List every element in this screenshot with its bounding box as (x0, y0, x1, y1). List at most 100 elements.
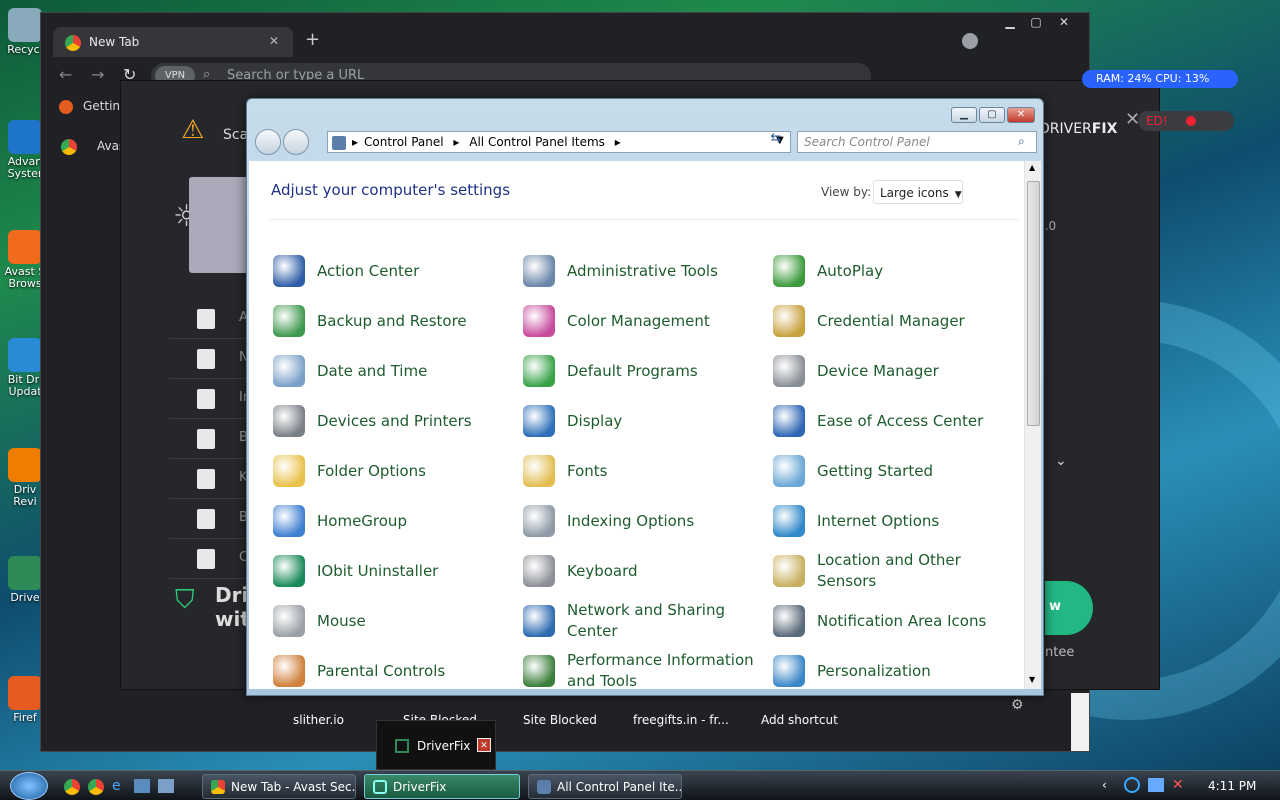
back-icon[interactable]: ← (59, 65, 72, 84)
minimize-button[interactable]: ▁ (997, 15, 1023, 33)
control-panel-window: ▁ ▢ ✕ ▸ Control Panel ▸ All Control Pane… (246, 98, 1044, 696)
forward-icon[interactable]: → (91, 65, 104, 84)
control-panel-item-label: Date and Time (317, 362, 428, 380)
tray-expand-icon[interactable]: ‹ (1102, 778, 1107, 792)
maximize-button[interactable]: ▢ (979, 107, 1005, 123)
internet-options-icon (773, 505, 805, 537)
scroll-up-icon[interactable]: ▲ (1029, 163, 1035, 172)
chrome-icon[interactable] (88, 779, 104, 795)
address-bar[interactable]: ▸ Control Panel ▸ All Control Panel Item… (327, 131, 791, 153)
driver-row[interactable]: In (169, 379, 251, 419)
taskbar-button-chrome[interactable]: New Tab - Avast Sec... (202, 774, 356, 799)
forward-button[interactable] (283, 129, 309, 155)
back-button[interactable] (255, 129, 281, 155)
control-panel-item[interactable]: Color Management (523, 299, 763, 343)
taskbar-thumbnail-popup[interactable]: DriverFix ✕ (376, 720, 496, 770)
refresh-icon[interactable]: ⇆ (765, 131, 787, 153)
control-panel-item[interactable]: Network and Sharing Center (523, 599, 763, 643)
control-panel-item[interactable]: Keyboard (523, 549, 763, 593)
driver-row[interactable]: N (169, 339, 249, 379)
control-panel-item[interactable]: Display (523, 399, 763, 443)
fonts-icon (523, 455, 555, 487)
control-panel-item[interactable]: Notification Area Icons (773, 599, 1013, 643)
avast-sidebar-item[interactable]: Avas (61, 139, 125, 155)
control-panel-item[interactable]: Fonts (523, 449, 763, 493)
network-icon[interactable] (1148, 778, 1164, 792)
driver-row[interactable]: K (169, 459, 249, 499)
performance-info-icon (523, 655, 555, 687)
driver-row[interactable]: B (169, 499, 249, 539)
cta-button[interactable]: w (1045, 581, 1093, 635)
control-panel-item[interactable]: Performance Information and Tools (523, 649, 763, 689)
new-tab-icon[interactable]: + (305, 29, 320, 50)
control-panel-item[interactable]: Mouse (273, 599, 513, 643)
volume-muted-icon[interactable]: ✕ (1172, 777, 1184, 793)
vertical-scrollbar[interactable]: ▲ ▼ (1024, 161, 1041, 689)
chrome-icon (211, 780, 225, 794)
control-panel-item[interactable]: AutoPlay (773, 249, 1013, 293)
internet-explorer-icon[interactable]: e (112, 778, 121, 794)
search-input[interactable]: Search Control Panel ⌕ (797, 131, 1037, 153)
avast-browser-icon[interactable] (64, 779, 80, 795)
popup-close-button[interactable]: ✕ (477, 738, 491, 752)
start-button[interactable] (10, 772, 48, 800)
control-panel-item[interactable]: Administrative Tools (523, 249, 763, 293)
brand-bold: FIX (1091, 121, 1118, 137)
maximize-button[interactable]: ▢ (1023, 15, 1049, 33)
control-panel-item[interactable]: Credential Manager (773, 299, 1013, 343)
control-panel-item[interactable]: Parental Controls (273, 649, 513, 689)
control-panel-item[interactable]: Devices and Printers (273, 399, 513, 443)
close-tab-icon[interactable]: ✕ (269, 34, 279, 48)
chevron-down-icon[interactable]: ⌄ (1055, 453, 1067, 469)
taskbar-button-control-panel[interactable]: All Control Panel Ite... (528, 774, 682, 799)
driver-row[interactable]: B (169, 419, 249, 459)
control-panel-item[interactable]: Indexing Options (523, 499, 763, 543)
firefox-icon (59, 100, 73, 114)
control-panel-item[interactable]: Internet Options (773, 499, 1013, 543)
search-icon[interactable]: ⌕ (1018, 134, 1025, 149)
browser-tab[interactable]: New Tab ✕ (53, 27, 293, 57)
scroll-down-icon[interactable]: ▼ (1029, 675, 1035, 684)
control-panel-item[interactable]: Date and Time (273, 349, 513, 393)
shortcut-tile[interactable]: Add shortcut (761, 713, 838, 727)
tray-app-icon[interactable] (1124, 777, 1140, 793)
control-panel-item[interactable]: Ease of Access Center (773, 399, 1013, 443)
control-panel-item[interactable]: Folder Options (273, 449, 513, 493)
driver-row[interactable]: C (169, 539, 249, 579)
scan-warning-text: Sca (223, 127, 249, 143)
control-panel-item[interactable]: Device Manager (773, 349, 1013, 393)
breadcrumb-all-items[interactable]: All Control Panel Items (469, 135, 605, 149)
close-button[interactable]: ✕ (1007, 107, 1035, 123)
dropdown-arrow-icon: ▼ (954, 190, 962, 200)
control-panel-item[interactable]: Location and Other Sensors (773, 549, 1013, 593)
clock[interactable]: 4:11 PM (1208, 779, 1256, 793)
control-panel-item[interactable]: Action Center (273, 249, 513, 293)
control-panel-item[interactable]: Personalization (773, 649, 1013, 689)
switch-windows-icon[interactable] (158, 779, 174, 793)
tab-search-icon[interactable] (962, 33, 978, 49)
bookmark-item[interactable]: Getting (51, 99, 128, 114)
credential-manager-icon (773, 305, 805, 337)
breadcrumb-control-panel[interactable]: Control Panel (364, 135, 444, 149)
taskbar-button-driverfix[interactable]: DriverFix (364, 774, 520, 799)
minimize-button[interactable]: ▁ (951, 107, 977, 123)
ram-cpu-monitor[interactable]: RAM: 24% CPU: 13% (1082, 70, 1238, 88)
driver-row[interactable]: A (169, 299, 249, 339)
show-desktop-icon[interactable] (134, 779, 150, 793)
view-by-dropdown[interactable]: Large icons ▼ (873, 180, 963, 204)
close-window-button[interactable]: ✕ (1051, 15, 1077, 33)
control-panel-item[interactable]: IObit Uninstaller (273, 549, 513, 593)
customize-icon[interactable]: ⚙ (1011, 697, 1024, 713)
scrollbar-thumb[interactable] (1027, 181, 1040, 426)
shortcut-tile[interactable]: Site Blocked (523, 713, 597, 727)
control-panel-item[interactable]: Backup and Restore (273, 299, 513, 343)
control-panel-item[interactable]: HomeGroup (273, 499, 513, 543)
page-scrollbar[interactable] (1071, 693, 1089, 751)
control-panel-item-label: HomeGroup (317, 512, 407, 530)
control-panel-item[interactable]: Default Programs (523, 349, 763, 393)
control-panel-item[interactable]: Getting Started (773, 449, 1013, 493)
breadcrumb-chevron-icon: ▸ (614, 135, 621, 149)
color-management-icon (523, 305, 555, 337)
shortcut-tile[interactable]: freegifts.in - fr... (633, 713, 729, 727)
shortcut-tile[interactable]: slither.io (293, 713, 344, 727)
